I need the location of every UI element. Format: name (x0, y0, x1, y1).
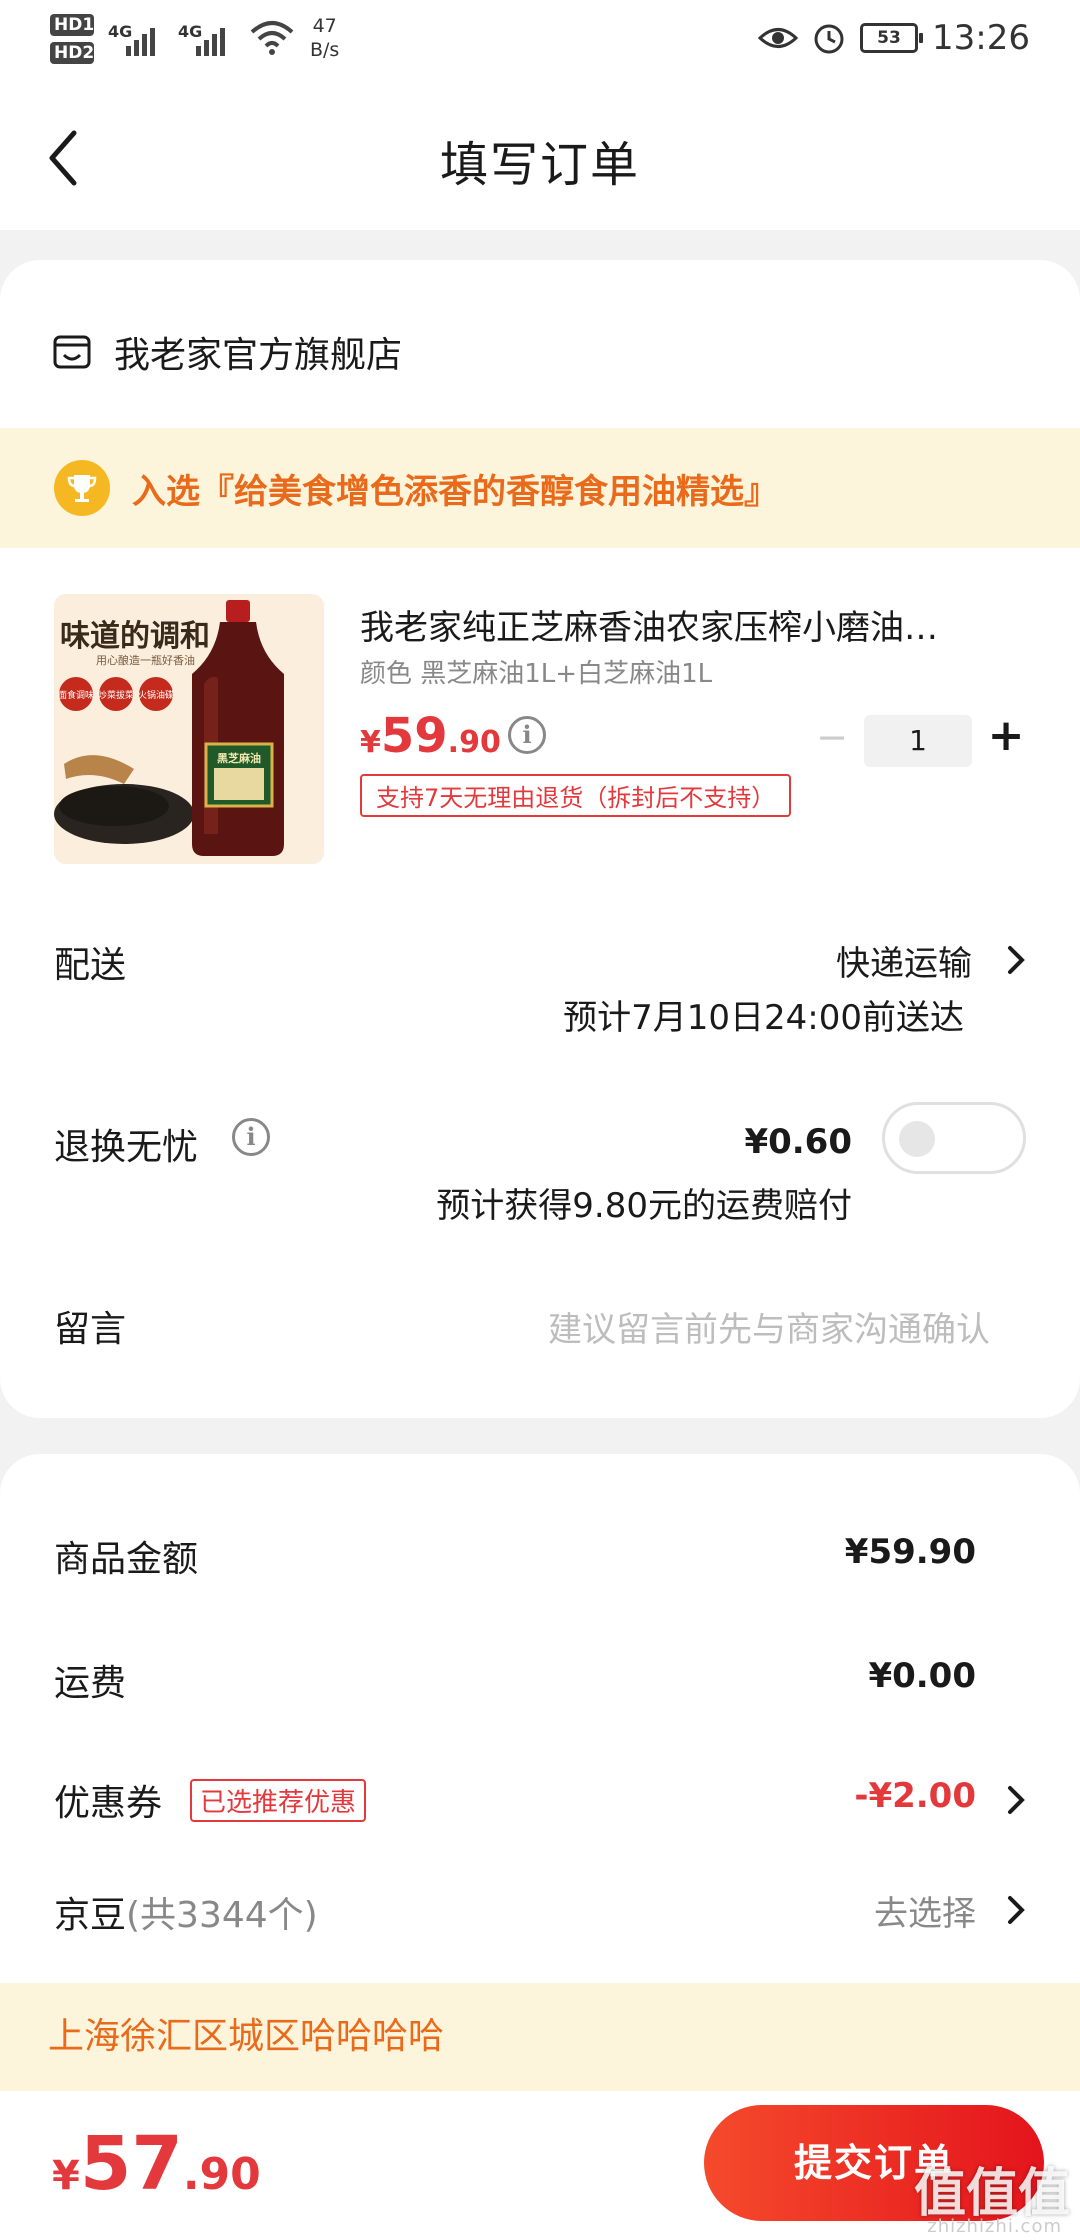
delivery-eta: 预计7月10日24:00前送达 (563, 998, 964, 1038)
insurance-info-icon[interactable]: i (232, 1118, 270, 1156)
insurance-toggle[interactable] (882, 1102, 1026, 1174)
page-header: 填写订单 (0, 85, 1080, 230)
store-icon (53, 335, 91, 369)
delivery-label: 配送 (54, 945, 127, 986)
goods-amount-value: ¥59.90 (844, 1532, 976, 1572)
sim1-hd-icon: HD1 (50, 14, 94, 36)
network-speed: 47 B/s (310, 15, 340, 61)
watermark-logo: 值值值 (913, 2164, 1070, 2224)
product-image-sub: 用心酿造一瓶好香油 (96, 653, 195, 667)
order-screen: HD1 HD2 4G 4G 47 B/s 53 13:26 填写订单 我老家官方… (0, 0, 1080, 2240)
quantity-decrease-button[interactable]: − (812, 715, 852, 759)
product-image-badge: 面食调味 (58, 689, 94, 701)
jd-beans-count: (共3344个) (126, 1895, 318, 1936)
watermark-site: zhizhizhi.com (927, 2216, 1062, 2237)
coupon-selected-badge: 已选推荐优惠 (190, 1779, 367, 1822)
return-policy-badge: 支持7天无理由退货（拆封后不支持） (360, 774, 792, 817)
chevron-right-icon[interactable] (1004, 1780, 1028, 1820)
product-spec[interactable]: 颜色 黑芝麻油1L+白芝麻油1L (360, 653, 712, 690)
coupon-value[interactable]: -¥2.00 (854, 1776, 976, 1816)
shipping-fee-label: 运费 (54, 1663, 127, 1704)
jd-beans-select[interactable]: 去选择 (874, 1886, 976, 1935)
insurance-compensation-note: 预计获得9.80元的运费赔付 (436, 1186, 852, 1226)
promo-banner-text: 入选『给美食增色添香的香醇食用油精选』 (132, 471, 778, 512)
product-image-badge: 火锅油碟 (138, 689, 174, 701)
product-price: ¥59.90 (360, 708, 501, 764)
product-image[interactable]: 味道的调和 用心酿造一瓶好香油 面食调味 炒菜拔菜 火锅油碟 黑芝麻油 (54, 594, 324, 864)
store-name: 我老家官方旗舰店 (114, 335, 403, 376)
status-right: 53 13:26 (758, 18, 1030, 58)
store-row[interactable]: 我老家官方旗舰店 (52, 326, 402, 378)
shipping-fee-value: ¥0.00 (868, 1656, 976, 1696)
chevron-right-icon[interactable] (1004, 940, 1028, 980)
toggle-knob (899, 1121, 935, 1157)
trophy-icon (54, 460, 110, 516)
signal-icon: 4G (178, 10, 234, 60)
delivery-address-bar[interactable]: 上海徐汇区城区哈哈哈哈 (0, 1983, 1080, 2091)
sim-indicators: HD1 HD2 (50, 14, 94, 64)
alarm-icon (814, 24, 844, 54)
status-left: HD1 HD2 4G 4G 47 B/s (50, 10, 339, 64)
product-image-badge: 炒菜拔菜 (98, 689, 134, 701)
goods-amount-label: 商品金额 (54, 1539, 199, 1580)
signal-icon: 4G (108, 10, 164, 60)
remark-label: 留言 (54, 1309, 127, 1350)
product-image-label: 黑芝麻油 (217, 751, 261, 765)
status-bar: HD1 HD2 4G 4G 47 B/s 53 13:26 (0, 0, 1080, 85)
insurance-price: ¥0.60 (744, 1122, 852, 1162)
wifi-icon (250, 21, 294, 55)
page-title: 填写订单 (439, 137, 640, 193)
price-info-icon[interactable]: i (508, 716, 546, 754)
quantity-input[interactable]: 1 (864, 715, 972, 767)
chevron-right-icon[interactable] (1004, 1890, 1028, 1930)
delivery-method[interactable]: 快递运输 (836, 936, 972, 985)
remark-input[interactable]: 建议留言前先与商家沟通确认 (548, 1302, 990, 1351)
order-card: 我老家官方旗舰店 入选『给美食增色添香的香醇食用油精选』 味道的调和 用心酿造一… (0, 260, 1080, 1418)
battery-icon: 53 (860, 23, 924, 53)
jd-beans-row[interactable]: 京豆(共3344个) (54, 1886, 318, 1938)
total-price: ¥57.90 (52, 2121, 261, 2207)
insurance-label: 退换无忧 (54, 1127, 199, 1168)
jd-beans-label: 京豆 (54, 1895, 127, 1936)
checkout-bar: ¥57.90 提交订单 值值值 zhizhizhi.com (0, 2091, 1080, 2240)
promo-banner[interactable]: 入选『给美食增色添香的香醇食用油精选』 (0, 428, 1080, 548)
eye-icon (758, 28, 799, 48)
coupon-label: 优惠券 (54, 1783, 163, 1824)
product-image-headline: 味道的调和 (60, 619, 210, 654)
sim2-hd-icon: HD2 (50, 42, 94, 64)
quantity-increase-button[interactable]: + (986, 710, 1026, 761)
clock: 13:26 (932, 18, 1030, 58)
product-title[interactable]: 我老家纯正芝麻香油农家压榨小磨油… (360, 600, 1020, 649)
